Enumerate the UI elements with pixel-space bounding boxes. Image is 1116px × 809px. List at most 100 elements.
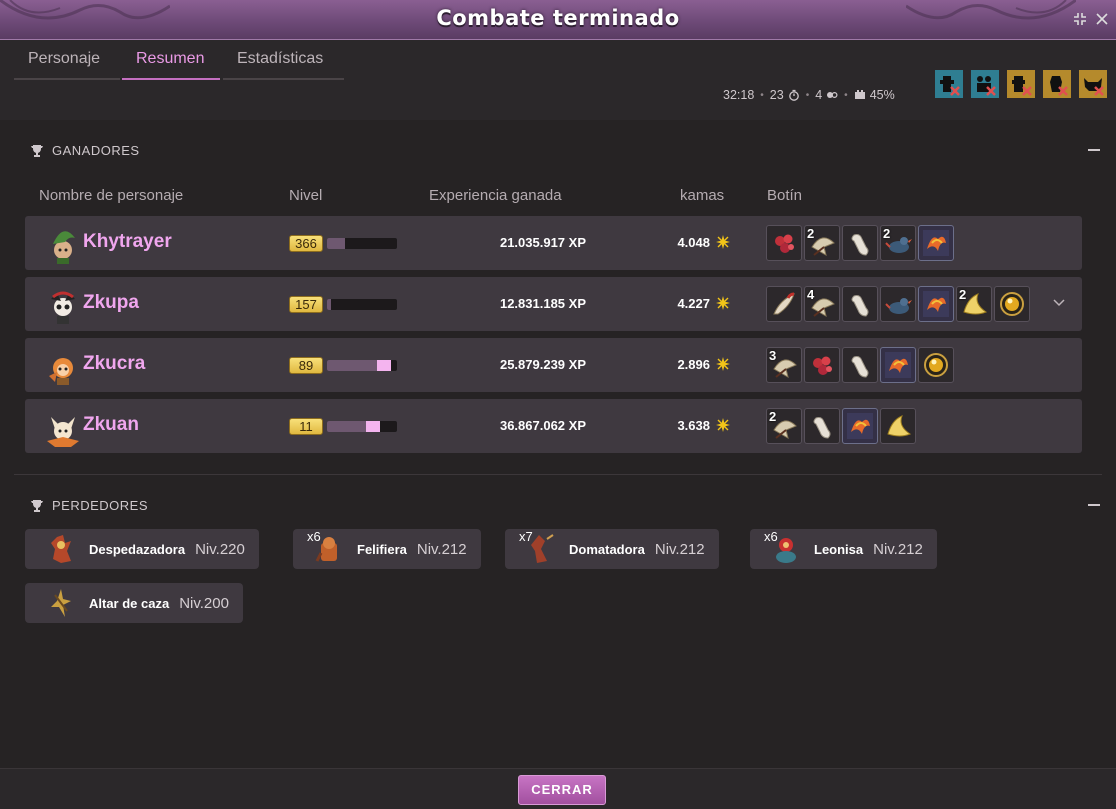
loot-item[interactable] bbox=[918, 225, 954, 261]
phoenix-card-icon bbox=[923, 291, 949, 317]
collapse-losers-button[interactable] bbox=[1088, 504, 1100, 506]
loser-card[interactable]: x6 Leonisa Niv.212 bbox=[750, 529, 937, 569]
monster-icon bbox=[51, 535, 71, 563]
loot-item[interactable] bbox=[880, 286, 916, 322]
column-name: Nombre de personaje bbox=[39, 187, 184, 204]
phoenix-card-icon bbox=[923, 230, 949, 256]
bone-icon bbox=[851, 356, 869, 378]
loot-quantity: 2 bbox=[959, 287, 967, 302]
xp-gained: 21.035.917 XP bbox=[499, 235, 586, 250]
tab-personaje[interactable]: Personaje bbox=[14, 48, 120, 80]
lock-fight-button[interactable] bbox=[1007, 70, 1035, 98]
loot-item[interactable] bbox=[880, 408, 916, 444]
phoenix-card-icon bbox=[847, 413, 873, 439]
loot-item[interactable] bbox=[918, 347, 954, 383]
loot-item[interactable] bbox=[842, 347, 878, 383]
monster-level: Niv.200 bbox=[179, 594, 229, 612]
loot-item[interactable]: 3 bbox=[766, 347, 802, 383]
lock-group-button[interactable] bbox=[971, 70, 999, 98]
loot-list: 2 bbox=[766, 408, 916, 444]
loot-item[interactable] bbox=[766, 225, 802, 261]
loot-item[interactable] bbox=[994, 286, 1030, 322]
xp-gained: 12.831.185 XP bbox=[499, 296, 586, 311]
collapse-icon[interactable] bbox=[1072, 11, 1088, 27]
group-lock-icon bbox=[971, 70, 999, 98]
character-name[interactable]: Zkuan bbox=[83, 414, 139, 436]
fight-lock-icon bbox=[1007, 70, 1035, 98]
lock-pets-button[interactable] bbox=[1079, 70, 1107, 98]
level-progress-bar bbox=[327, 299, 397, 310]
winner-row: Zkuan 11 36.867.062 XP 3.638 2 bbox=[25, 399, 1082, 453]
kamas-gained: 4.227 bbox=[677, 296, 710, 311]
kamas-icon bbox=[716, 235, 730, 249]
title-bar: Combate terminado bbox=[0, 0, 1116, 40]
monster-avatar bbox=[43, 585, 79, 621]
kamas-icon bbox=[716, 357, 730, 371]
loser-card[interactable]: x7 Domatadora Niv.212 bbox=[505, 529, 719, 569]
character-name[interactable]: Zkupa bbox=[83, 292, 139, 314]
winner-row: Khytrayer 366 21.035.917 XP 4.048 2 2 bbox=[25, 216, 1082, 270]
loser-card[interactable]: Altar de caza Niv.200 bbox=[25, 583, 243, 623]
character-name[interactable]: Khytrayer bbox=[83, 231, 172, 253]
loot-quantity: 2 bbox=[807, 226, 815, 241]
monster-count: x7 bbox=[519, 529, 533, 544]
loot-quantity: 2 bbox=[883, 226, 891, 241]
monster-level: Niv.212 bbox=[873, 540, 923, 558]
fight-duration: 32:18 bbox=[723, 88, 755, 102]
winners-heading: GANADORES bbox=[30, 143, 140, 158]
fight-info: 32:18 • 23 • 4 • 45% bbox=[723, 88, 895, 102]
timer-icon bbox=[788, 89, 799, 101]
loot-item[interactable] bbox=[842, 286, 878, 322]
column-loot: Botín bbox=[767, 187, 803, 204]
fight-bonus: 45% bbox=[869, 88, 895, 102]
character-name[interactable]: Zkucra bbox=[83, 353, 145, 375]
kamas-icon bbox=[716, 418, 730, 432]
lock-help-button[interactable] bbox=[1043, 70, 1071, 98]
monster-level: Niv.212 bbox=[416, 540, 467, 558]
close-button[interactable]: CERRAR bbox=[518, 775, 606, 805]
loot-item[interactable]: 2 bbox=[804, 225, 840, 261]
character-avatar-icon bbox=[47, 417, 79, 447]
loot-item[interactable] bbox=[918, 286, 954, 322]
red-berries-icon bbox=[775, 234, 794, 253]
monster-level: Niv.220 bbox=[195, 540, 245, 558]
loot-quantity: 4 bbox=[807, 287, 815, 302]
level-badge: 157 bbox=[289, 296, 323, 313]
winner-row: Zkucra 89 25.879.239 XP 2.896 3 bbox=[25, 338, 1082, 392]
loot-item[interactable] bbox=[804, 408, 840, 444]
bonus-icon bbox=[854, 90, 865, 99]
character-avatar-icon bbox=[53, 231, 75, 264]
help-lock-icon bbox=[1043, 70, 1071, 98]
close-icon[interactable] bbox=[1094, 11, 1110, 27]
chevron-down-icon[interactable] bbox=[1052, 297, 1066, 307]
level-progress-gain bbox=[377, 360, 392, 371]
loot-item[interactable] bbox=[842, 408, 878, 444]
tab-resumen[interactable]: Resumen bbox=[122, 48, 220, 80]
level-progress-bar bbox=[327, 421, 397, 432]
lock-spectators-button[interactable] bbox=[935, 70, 963, 98]
column-xp: Experiencia ganada bbox=[429, 187, 562, 204]
tab-estadisticas[interactable]: Estadísticas bbox=[223, 48, 344, 80]
level-progress-bar bbox=[327, 238, 397, 249]
loot-item[interactable] bbox=[880, 347, 916, 383]
loot-list: 22 bbox=[766, 225, 954, 261]
level-badge: 89 bbox=[289, 357, 323, 374]
loot-item[interactable]: 2 bbox=[880, 225, 916, 261]
xp-gained: 36.867.062 XP bbox=[499, 418, 586, 433]
character-avatar-icon bbox=[51, 291, 75, 324]
character-avatar-icon bbox=[49, 358, 73, 385]
loot-item[interactable]: 2 bbox=[956, 286, 992, 322]
loot-item[interactable]: 2 bbox=[766, 408, 802, 444]
loot-item[interactable] bbox=[804, 347, 840, 383]
loser-card[interactable]: x6 Felifiera Niv.212 bbox=[293, 529, 481, 569]
collapse-winners-button[interactable] bbox=[1088, 149, 1100, 151]
monster-name: Felifiera bbox=[357, 541, 407, 557]
loot-item[interactable]: 4 bbox=[804, 286, 840, 322]
loot-item[interactable] bbox=[842, 225, 878, 261]
loot-item[interactable] bbox=[766, 286, 802, 322]
monster-avatar: x7 bbox=[519, 529, 559, 567]
phoenix-card-icon bbox=[885, 352, 911, 378]
kamas-gained: 2.896 bbox=[677, 357, 710, 372]
loser-card[interactable]: Despedazadora Niv.220 bbox=[25, 529, 259, 569]
monster-avatar: x6 bbox=[307, 529, 347, 567]
